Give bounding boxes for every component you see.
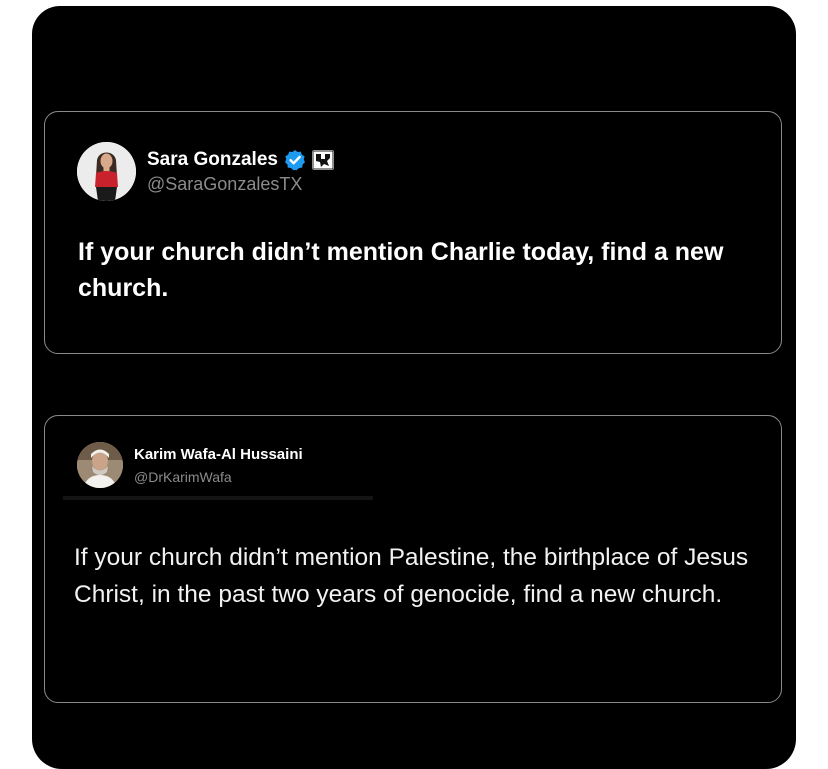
avatar[interactable] xyxy=(77,442,123,488)
name-row: Karim Wafa-Al Hussaini xyxy=(134,446,303,463)
user-handle[interactable]: @DrKarimWafa xyxy=(134,469,303,485)
header-shadow xyxy=(63,496,373,500)
tweet-text: If your church didn’t mention Charlie to… xyxy=(78,238,724,302)
user-handle[interactable]: @SaraGonzalesTX xyxy=(147,174,334,195)
tweet-text: If your church didn’t mention Palestine,… xyxy=(74,544,749,608)
name-row: Sara Gonzales xyxy=(147,149,334,171)
affiliate-badge-icon xyxy=(311,149,334,170)
verified-badge-icon xyxy=(284,149,306,171)
tweet-card[interactable]: Karim Wafa-Al Hussaini @DrKarimWafa If y… xyxy=(44,415,782,703)
avatar[interactable] xyxy=(77,142,136,201)
tweet-card[interactable]: Sara Gonzales @SaraGonzalesTX If your ch… xyxy=(44,111,782,354)
display-name[interactable]: Karim Wafa-Al Hussaini xyxy=(134,446,303,463)
tweet-author: Sara Gonzales @SaraGonzalesTX xyxy=(77,142,334,201)
author-names: Sara Gonzales @SaraGonzalesTX xyxy=(147,149,334,195)
display-name[interactable]: Sara Gonzales xyxy=(147,149,278,171)
tweet-author: Karim Wafa-Al Hussaini @DrKarimWafa xyxy=(77,442,303,488)
author-names: Karim Wafa-Al Hussaini @DrKarimWafa xyxy=(134,446,303,485)
screenshot-canvas: Sara Gonzales @SaraGonzalesTX If your ch… xyxy=(32,6,796,769)
